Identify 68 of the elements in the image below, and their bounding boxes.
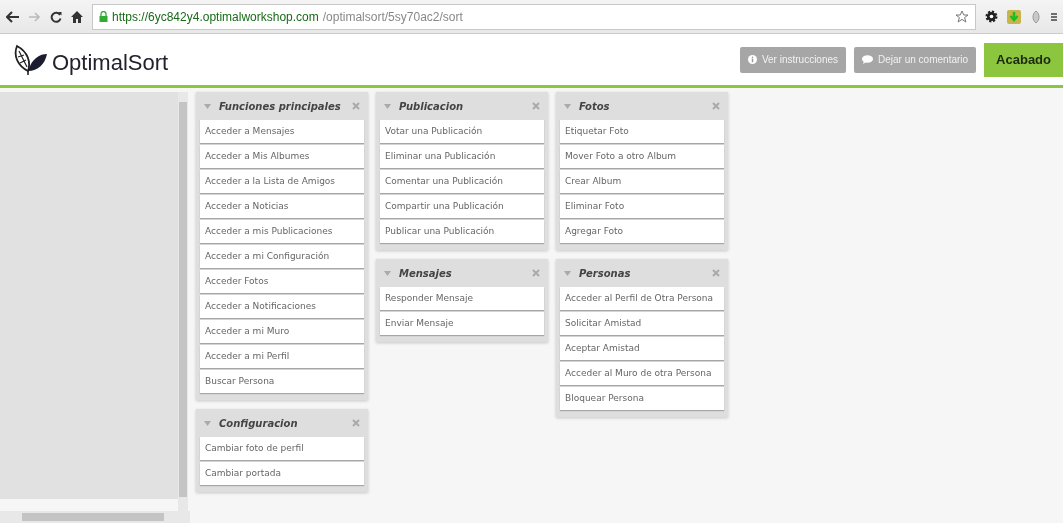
back-icon[interactable]: [6, 10, 20, 23]
sort-card[interactable]: Eliminar Foto: [560, 195, 724, 218]
forward-icon[interactable]: [29, 11, 41, 22]
sort-card[interactable]: Bloquear Persona: [560, 387, 724, 410]
address-bar[interactable]: https://6yc842y4.optimalworkshop.com /optimalsort/5sy70ac2/sort: [92, 3, 976, 30]
reload-icon[interactable]: [50, 10, 62, 23]
sort-card[interactable]: Aceptar Amistad: [560, 337, 724, 360]
speech-bubble-icon: [862, 55, 874, 64]
sort-card[interactable]: Acceder a Mis Albumes: [200, 145, 364, 168]
home-icon[interactable]: [71, 10, 83, 23]
sort-card[interactable]: Cambiar portada: [200, 462, 364, 485]
category-title[interactable]: Publicacion: [399, 100, 464, 112]
sort-card[interactable]: Solicitar Amistad: [560, 312, 724, 335]
sort-card[interactable]: Eliminar una Publicación: [380, 145, 544, 168]
extension-icon[interactable]: [1007, 9, 1021, 24]
app-logo-text: OptimalSort: [52, 49, 169, 76]
collapse-arrow-icon[interactable]: [564, 270, 571, 276]
url-path: /optimalsort/5sy70ac2/sort: [322, 9, 463, 24]
sort-card[interactable]: Acceder al Perfil de Otra Persona: [560, 287, 724, 310]
sort-card[interactable]: Acceder a Noticias: [200, 195, 364, 218]
vertical-scrollbar[interactable]: [178, 92, 188, 512]
sort-card[interactable]: Acceder Fotos: [200, 270, 364, 293]
category-title[interactable]: Fotos: [579, 100, 610, 112]
extension-icon[interactable]: [1030, 9, 1042, 24]
category-title[interactable]: Configuracion: [219, 417, 298, 429]
sort-card[interactable]: Acceder a Notificaciones: [200, 295, 364, 318]
collapse-arrow-icon[interactable]: [204, 103, 211, 109]
collapse-arrow-icon[interactable]: [564, 103, 571, 109]
sort-card[interactable]: Acceder al Muro de otra Persona: [560, 362, 724, 385]
collapse-arrow-icon[interactable]: [384, 103, 391, 109]
sort-card[interactable]: Enviar Mensaje: [380, 312, 544, 335]
menu-icon[interactable]: [1051, 10, 1057, 23]
sort-card[interactable]: Acceder a mi Configuración: [200, 245, 364, 268]
sort-card[interactable]: Publicar una Publicación: [380, 220, 544, 243]
sort-card[interactable]: Cambiar foto de perfil: [200, 437, 364, 460]
sort-card[interactable]: Agregar Foto: [560, 220, 724, 243]
sort-card[interactable]: Crear Album: [560, 170, 724, 193]
done-button[interactable]: Acabado: [984, 42, 1063, 77]
url-host: https://6yc842y4.optimalworkshop.com: [112, 9, 319, 24]
gear-icon[interactable]: [985, 10, 998, 23]
sort-card[interactable]: Responder Mensaje: [380, 287, 544, 310]
category-title[interactable]: Personas: [579, 267, 631, 279]
sort-card[interactable]: Buscar Persona: [200, 370, 364, 393]
sort-card[interactable]: Votar una Publicación: [380, 120, 544, 143]
category-title[interactable]: Funciones principales: [219, 100, 341, 112]
close-icon[interactable]: [352, 419, 360, 427]
sort-card[interactable]: Acceder a Mensajes: [200, 120, 364, 143]
sort-card[interactable]: Acceder a mis Publicaciones: [200, 220, 364, 243]
close-icon[interactable]: [532, 102, 540, 110]
sort-card[interactable]: Comentar una Publicación: [380, 170, 544, 193]
info-icon: [747, 55, 757, 64]
sort-card[interactable]: Etiquetar Foto: [560, 120, 724, 143]
close-icon[interactable]: [712, 269, 720, 277]
lock-icon: [99, 11, 108, 22]
close-icon[interactable]: [532, 269, 540, 277]
sort-card[interactable]: Acceder a la Lista de Amigos: [200, 170, 364, 193]
close-icon[interactable]: [352, 102, 360, 110]
sort-card[interactable]: Acceder a mi Perfil: [200, 345, 364, 368]
sort-card[interactable]: Mover Foto a otro Album: [560, 145, 724, 168]
horizontal-scrollbar[interactable]: [0, 511, 190, 523]
sort-card[interactable]: Compartir una Publicación: [380, 195, 544, 218]
leaf-logo-icon: [14, 43, 48, 76]
category-title[interactable]: Mensajes: [399, 267, 452, 279]
collapse-arrow-icon[interactable]: [204, 420, 211, 426]
close-icon[interactable]: [712, 102, 720, 110]
star-icon[interactable]: [955, 9, 969, 24]
sort-card[interactable]: Acceder a mi Muro: [200, 320, 364, 343]
collapse-arrow-icon[interactable]: [384, 270, 391, 276]
